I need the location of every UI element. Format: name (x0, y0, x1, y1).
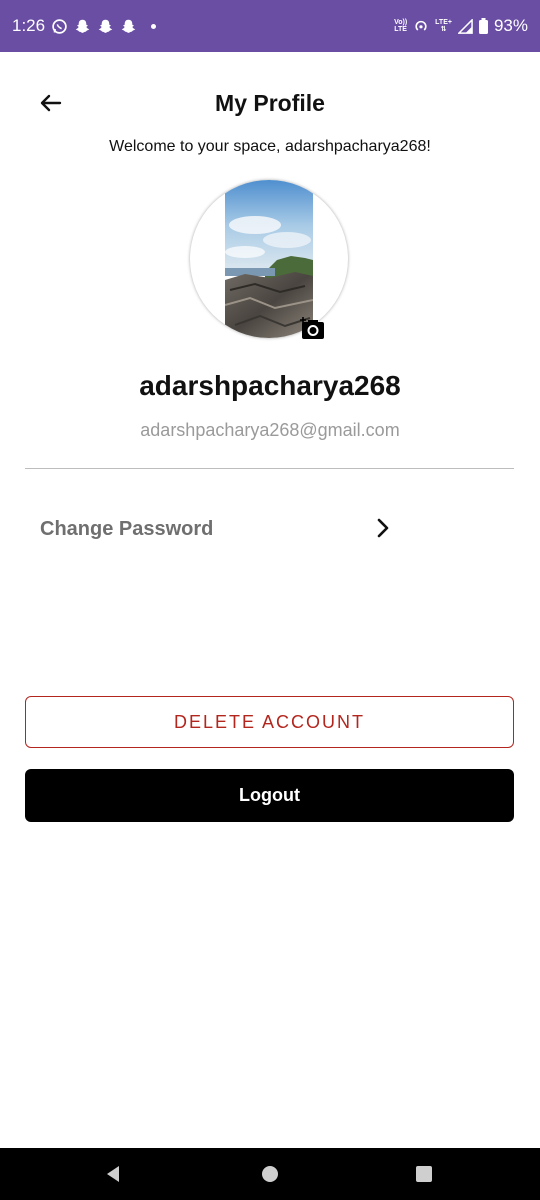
volte-label: Vo)) LTE (394, 19, 407, 33)
hotspot-icon (413, 18, 429, 34)
nav-back-button[interactable] (101, 1162, 125, 1186)
snapchat-icon (97, 18, 114, 35)
volte-bottom: LTE (394, 26, 407, 33)
lte-label: LTE+ ⇅ (435, 19, 452, 33)
divider (25, 468, 514, 469)
battery-icon (478, 18, 488, 34)
lte-text: LTE+ (435, 19, 452, 26)
welcome-message: Welcome to your space, adarshpacharya268… (109, 138, 431, 155)
add-photo-icon (300, 317, 324, 339)
chevron-right-icon (377, 518, 389, 538)
volte-top: Vo)) (394, 19, 408, 26)
profile-photo (225, 180, 313, 338)
change-password-row[interactable]: Change Password (25, 498, 405, 562)
delete-account-button[interactable]: DELETE ACCOUNT (25, 696, 514, 748)
username: adarshpacharya268 (139, 370, 401, 401)
nav-recents-icon (416, 1166, 432, 1182)
nav-home-button[interactable] (258, 1162, 282, 1186)
status-bar: 1:26 Vo)) LTE LTE+ ⇅ 93% (0, 0, 540, 52)
nav-recents-button[interactable] (412, 1162, 436, 1186)
avatar-container (190, 180, 348, 341)
status-time: 1:26 (12, 16, 46, 35)
notification-dot (151, 23, 157, 29)
whatsapp-icon (51, 18, 68, 35)
snapchat-icon (74, 18, 91, 35)
avatar[interactable] (190, 180, 348, 338)
snapchat-icon (120, 18, 137, 35)
nav-back-icon (107, 1166, 119, 1182)
change-password-label: Change Password (40, 518, 214, 540)
change-photo-button[interactable] (300, 317, 326, 341)
logout-button[interactable]: Logout (25, 769, 514, 822)
page-title: My Profile (215, 90, 325, 116)
status-right: Vo)) LTE LTE+ ⇅ 93% (394, 16, 528, 36)
lte-arrows: ⇅ (440, 26, 447, 33)
email: adarshpacharya268@gmail.com (140, 420, 400, 440)
nav-home-icon (262, 1166, 278, 1182)
navigation-bar (0, 1148, 540, 1200)
status-left: 1:26 (12, 16, 157, 36)
signal-icon (457, 18, 473, 34)
battery-level: 93% (493, 16, 528, 35)
